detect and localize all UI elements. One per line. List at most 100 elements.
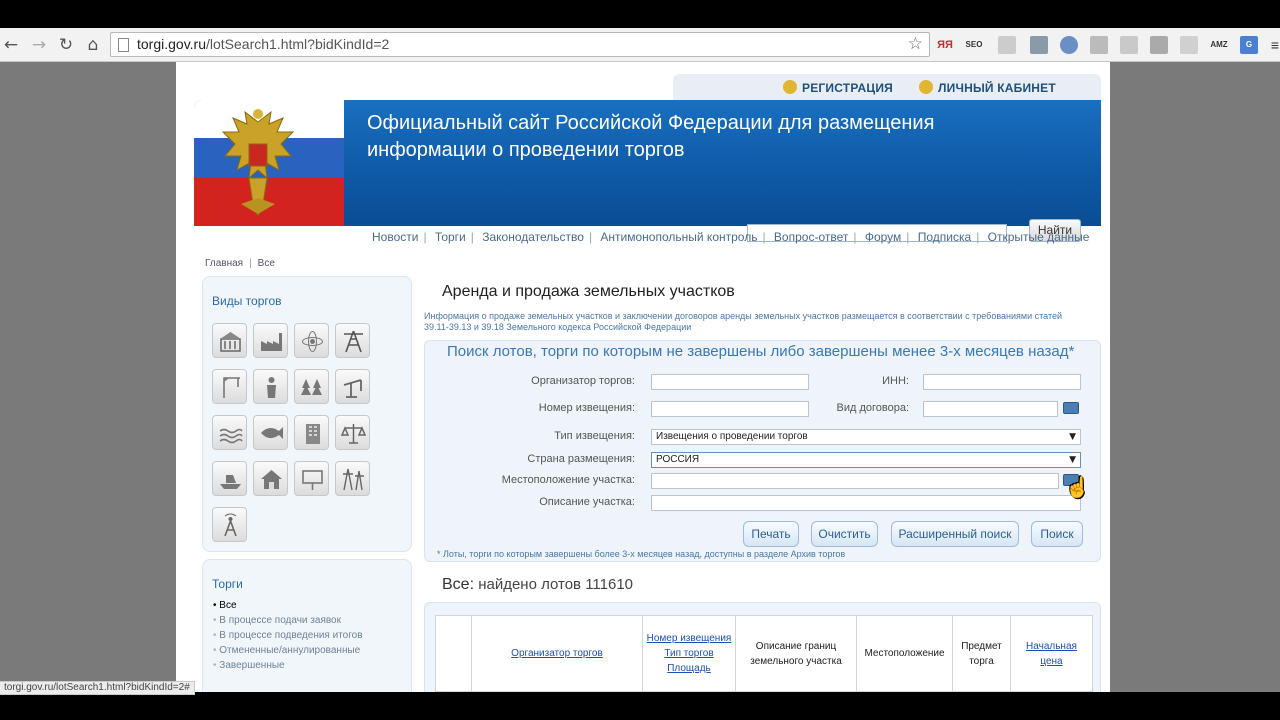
back-icon[interactable]: ← xyxy=(0,34,22,56)
register-link[interactable]: РЕГИСТРАЦИЯ xyxy=(783,80,893,95)
nav-item-faq[interactable]: Вопрос-ответ xyxy=(774,230,848,244)
notice-number-input[interactable] xyxy=(651,401,809,417)
page: РЕГИСТРАЦИЯ ЛИЧНЫЙ КАБИНЕТ Официальный с… xyxy=(176,62,1110,692)
sort-torgi-type-link[interactable]: Тип торгов xyxy=(664,648,713,659)
tower-icon xyxy=(344,330,363,353)
menu-icon[interactable]: ≡ xyxy=(1266,36,1280,54)
auction-type-tile[interactable] xyxy=(212,507,247,542)
nav-item-open-data[interactable]: Открытые данные xyxy=(988,230,1090,244)
status-item-all[interactable]: Все xyxy=(213,598,363,613)
extension-icon-7[interactable] xyxy=(1120,36,1138,54)
water-icon xyxy=(219,428,243,444)
header-price[interactable]: Начальная цена xyxy=(1010,615,1093,692)
worker-icon xyxy=(267,377,276,398)
boat-icon xyxy=(220,475,241,489)
extension-icon-6[interactable] xyxy=(1090,36,1108,54)
location-input[interactable] xyxy=(651,473,1059,489)
auction-type-tile[interactable] xyxy=(253,369,288,404)
site-title: Официальный сайт Российской Федерации дл… xyxy=(367,112,935,161)
auction-type-tile[interactable] xyxy=(253,323,288,358)
results-table-wrap: Организатор торгов Номер извещения Тип т… xyxy=(424,602,1101,692)
contract-type-input[interactable] xyxy=(923,401,1058,417)
nav-item-torgi[interactable]: Торги xyxy=(435,230,466,244)
contract-type-dictionary-icon[interactable] xyxy=(1063,402,1079,414)
print-button[interactable]: Печать xyxy=(743,521,799,547)
search-button[interactable]: Поиск xyxy=(1031,521,1083,547)
organizer-input[interactable] xyxy=(651,374,809,390)
status-item-summarizing[interactable]: В процессе подведения итогов xyxy=(213,628,362,643)
nav-item-law[interactable]: Законодательство xyxy=(482,230,584,244)
auction-type-tile[interactable] xyxy=(253,461,288,496)
lock-icon xyxy=(919,80,933,94)
torgi-status-box: Торги Все В процессе подачи заявок В про… xyxy=(202,559,412,692)
sort-price-link[interactable]: Начальная цена xyxy=(1026,641,1077,667)
notice-type-select[interactable]: Извещения о проведении торгов ▼ xyxy=(651,429,1081,445)
header-notice: Номер извещения Тип торгов Площадь xyxy=(642,615,736,692)
torgi-status-title: Торги xyxy=(212,577,243,591)
auction-type-tile[interactable] xyxy=(335,369,370,404)
nav-item-subscription[interactable]: Подписка xyxy=(918,230,971,244)
nav-item-forum[interactable]: Форум xyxy=(865,230,901,244)
link-extension-icon[interactable] xyxy=(1060,36,1078,54)
bookmark-star-icon[interactable]: ☆ xyxy=(908,34,923,54)
inn-input[interactable] xyxy=(923,374,1081,390)
results-summary: Все: найдено лотов 111610 xyxy=(442,576,633,594)
breadcrumb: Главная | Все xyxy=(205,258,275,269)
translate-extension-icon[interactable]: G xyxy=(1240,36,1258,54)
country-select[interactable]: РОССИЯ ▼ xyxy=(651,452,1081,468)
main-nav: Новости | Торги | Законодательство | Антимо… xyxy=(372,230,1090,244)
auction-type-tile[interactable] xyxy=(294,323,329,358)
auction-type-tile[interactable] xyxy=(212,323,247,358)
auction-type-tile[interactable] xyxy=(294,461,329,496)
nav-item-news[interactable]: Новости xyxy=(372,230,418,244)
auction-type-tile[interactable] xyxy=(335,461,370,496)
fish-icon xyxy=(261,427,283,439)
sort-area-link[interactable]: Площадь xyxy=(667,663,711,674)
sort-organizer-link[interactable]: Организатор торгов xyxy=(511,648,603,659)
nav-item-antimonopoly[interactable]: Антимонопольный контроль xyxy=(600,230,757,244)
description-input[interactable] xyxy=(651,495,1081,511)
key-icon xyxy=(783,80,797,94)
location-label: Местоположение участка: xyxy=(501,474,635,486)
breadcrumb-home[interactable]: Главная xyxy=(205,258,243,269)
auction-type-tile[interactable] xyxy=(212,369,247,404)
lot-search-panel: Поиск лотов, торги по которым не заверше… xyxy=(424,340,1101,562)
header-organizer[interactable]: Организатор торгов xyxy=(471,615,643,692)
screen: ← → ↻ ⌂ torgi.gov.ru/lotSearch1.html?bid… xyxy=(0,0,1280,720)
header-subject: Предмет торга xyxy=(952,615,1011,692)
address-bar[interactable]: torgi.gov.ru/lotSearch1.html?bidKindId=2… xyxy=(110,32,930,57)
sort-notice-number-link[interactable]: Номер извещения xyxy=(647,633,732,644)
site-banner: Официальный сайт Российской Федерации дл… xyxy=(194,100,1101,226)
factory-icon xyxy=(261,333,282,351)
auction-type-tile[interactable] xyxy=(294,415,329,450)
results-table: Организатор торгов Номер извещения Тип т… xyxy=(435,615,1093,692)
auction-type-tile[interactable] xyxy=(253,415,288,450)
table-header-row: Организатор торгов Номер извещения Тип т… xyxy=(435,615,1093,692)
clear-button[interactable]: Очистить xyxy=(811,521,878,547)
extension-icon-9[interactable] xyxy=(1180,36,1198,54)
auction-type-tile[interactable] xyxy=(212,461,247,496)
auction-type-tile[interactable] xyxy=(335,415,370,450)
auction-type-tile[interactable] xyxy=(294,369,329,404)
extension-icon-8[interactable] xyxy=(1150,36,1168,54)
cabinet-link[interactable]: ЛИЧНЫЙ КАБИНЕТ xyxy=(919,80,1056,95)
status-item-completed[interactable]: Завершенные xyxy=(213,658,363,673)
breadcrumb-current: Все xyxy=(257,258,275,269)
seo-extension-icon[interactable]: SEO xyxy=(965,36,983,54)
notice-type-label: Тип извещения: xyxy=(554,430,635,442)
page-description: Информация о продаже земельных участков … xyxy=(424,311,1062,332)
amz-extension-icon[interactable]: AMZ xyxy=(1210,36,1228,54)
reload-icon[interactable]: ↻ xyxy=(55,34,77,56)
auction-types-box: Виды торгов xyxy=(202,276,412,552)
forward-icon[interactable]: → xyxy=(28,34,50,56)
home-icon[interactable]: ⌂ xyxy=(82,34,104,56)
extension-icon-3[interactable] xyxy=(998,36,1016,54)
yandex-bar-icon[interactable]: ЯЯ xyxy=(936,36,954,54)
url-domain: torgi.gov.ru xyxy=(137,36,206,52)
advanced-search-button[interactable]: Расширенный поиск xyxy=(891,521,1019,547)
status-item-cancelled[interactable]: Отмененные/аннулированные xyxy=(213,643,363,658)
auction-type-tile[interactable] xyxy=(212,415,247,450)
tools-extension-icon[interactable] xyxy=(1030,36,1048,54)
auction-type-tile[interactable] xyxy=(335,323,370,358)
status-item-accepting[interactable]: В процессе подачи заявок xyxy=(213,613,363,628)
